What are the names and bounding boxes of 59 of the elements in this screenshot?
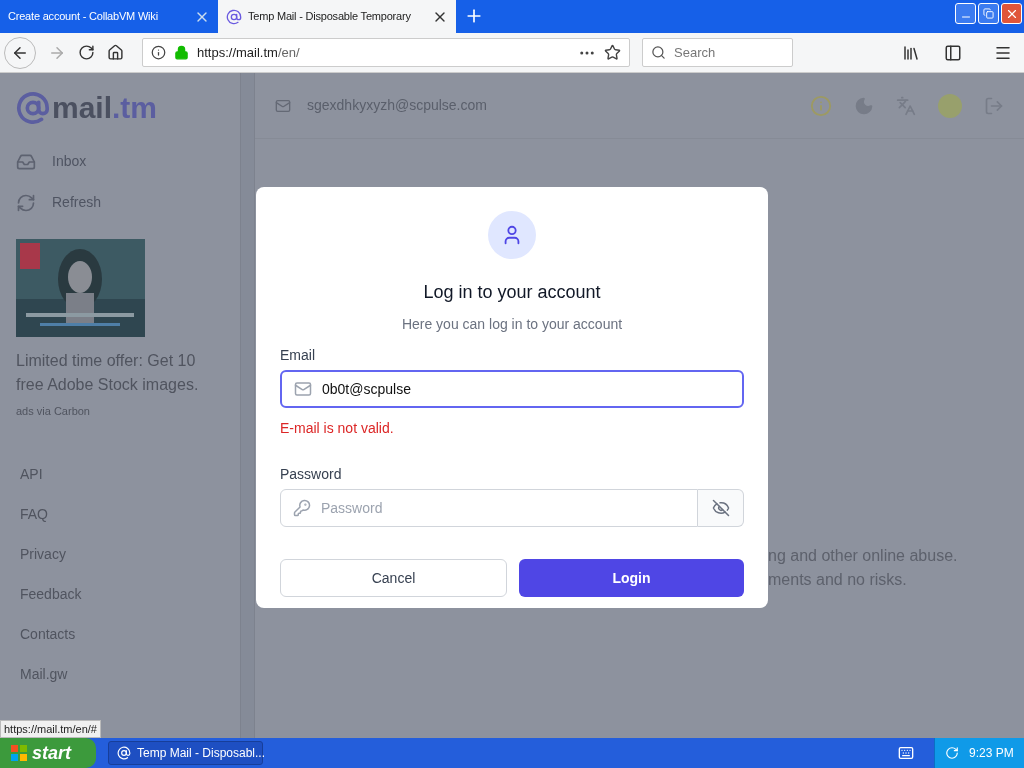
refresh-icon [16, 192, 36, 213]
task-label: Temp Mail - Disposabl... [137, 745, 266, 762]
search-field[interactable]: Search [642, 38, 793, 67]
minimize-button[interactable] [955, 3, 976, 24]
dialog-subtitle: Here you can log in to your account [400, 315, 624, 334]
restore-icon [983, 8, 994, 19]
footer-link[interactable]: Privacy [20, 544, 240, 564]
nav-label: Inbox [52, 152, 87, 171]
start-button[interactable]: start [0, 738, 96, 768]
footer-link[interactable]: FAQ [20, 504, 240, 524]
search-placeholder: Search [674, 43, 716, 62]
address-bar[interactable]: https://mail.tm/en/ [142, 38, 630, 67]
email-field[interactable]: 0b0t@scpulse [280, 370, 744, 408]
at-sign-icon [117, 746, 131, 760]
error-message: E-mail is not valid. [280, 419, 395, 438]
footer-link[interactable]: Contacts [20, 624, 240, 644]
footer-link[interactable]: Mail.gw [20, 664, 240, 684]
star-icon[interactable] [604, 44, 621, 61]
password-label: Password [280, 465, 343, 484]
key-icon [293, 499, 311, 517]
login-button[interactable]: Login [519, 559, 744, 597]
cancel-button[interactable]: Cancel [280, 559, 507, 597]
info-icon[interactable] [151, 45, 166, 60]
keyboard-icon[interactable] [898, 745, 914, 761]
lock-icon [174, 45, 189, 60]
footer-link[interactable]: Feedback [20, 584, 240, 604]
status-url: https://mail.tm/en/# [0, 719, 101, 738]
logo-icon [16, 91, 50, 125]
nav-item[interactable]: Refresh [16, 192, 240, 213]
clock: 9:23 PM [969, 745, 1014, 762]
tab-title: Temp Mail - Disposable Temporary [248, 9, 412, 25]
taskbar-button[interactable]: Temp Mail - Disposabl... [108, 741, 263, 765]
windows-logo-icon [10, 744, 28, 762]
ad-text[interactable]: Limited time offer: Get 10 free Adobe Stock images. [16, 349, 226, 397]
dialog-title: Log in to your account [422, 281, 602, 304]
reload-icon[interactable] [78, 44, 95, 61]
mail-icon [275, 97, 291, 114]
browser-tab[interactable]: Create account - CollabVM Wiki [0, 0, 218, 33]
email-label: Email [280, 346, 316, 365]
search-icon [651, 45, 666, 60]
mail-icon [294, 380, 312, 398]
toggle-visibility-button[interactable] [698, 489, 744, 527]
sidebar-icon[interactable] [944, 43, 962, 62]
tab-title: Create account - CollabVM Wiki [8, 9, 159, 25]
nav-item[interactable]: Inbox [16, 151, 240, 172]
close-button[interactable] [1001, 3, 1022, 24]
user-icon-badge [488, 211, 536, 259]
password-field[interactable]: Password [280, 489, 698, 527]
url-text: https://mail.tm/en/ [197, 43, 300, 62]
eye-off-icon [711, 499, 730, 517]
library-icon[interactable] [902, 43, 920, 62]
restore-button[interactable] [978, 3, 999, 24]
ad-credit[interactable]: ads via Carbon [16, 403, 240, 420]
at-sign-icon [226, 8, 242, 25]
footer-link[interactable]: API [20, 464, 240, 484]
scrollbar[interactable] [240, 73, 255, 738]
browser-tab[interactable]: Temp Mail - Disposable Temporary [218, 0, 456, 33]
home-icon[interactable] [107, 44, 124, 61]
nav-label: Refresh [52, 193, 102, 212]
